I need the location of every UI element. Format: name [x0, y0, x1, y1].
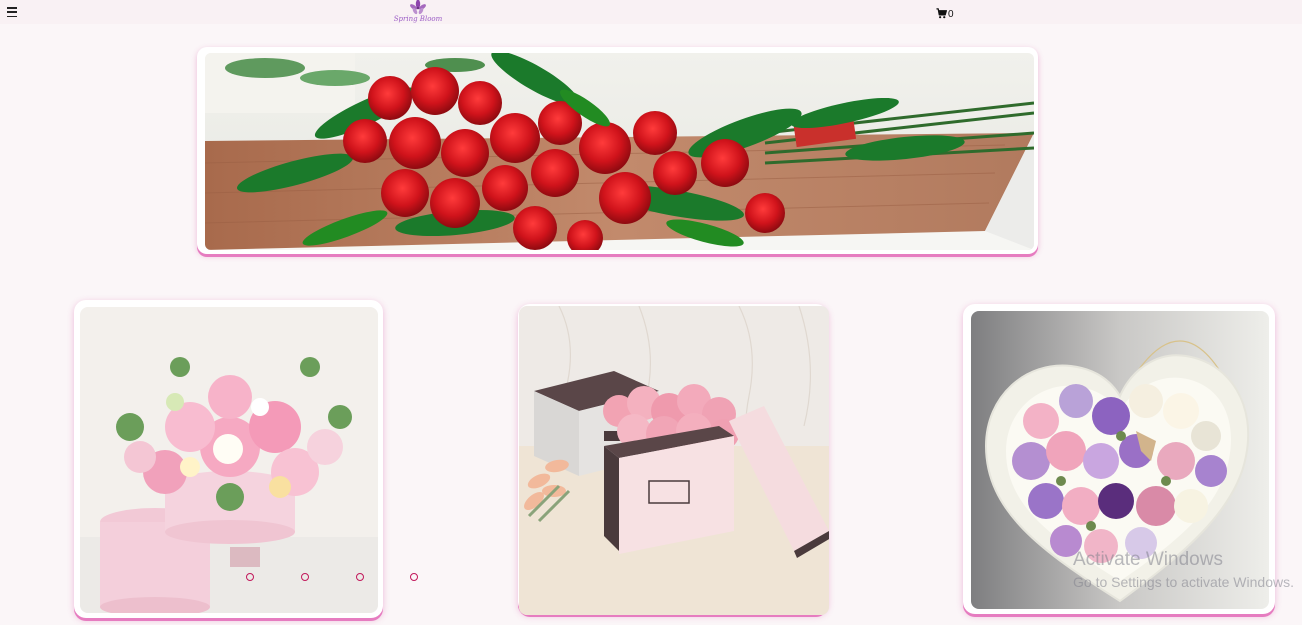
- hero-image: [205, 53, 1034, 250]
- top-navbar: Spring Bloom 0: [0, 0, 1302, 24]
- pink-roses-flower-box-image: [519, 306, 829, 615]
- pink-flower-box-image: [80, 307, 378, 613]
- cart-count: 0: [948, 8, 954, 20]
- shopping-cart-icon: [936, 7, 947, 18]
- carousel-dot[interactable]: [301, 573, 309, 581]
- hamburger-menu-icon[interactable]: [7, 7, 19, 17]
- logo-text: Spring Bloom: [393, 15, 443, 23]
- product-card[interactable]: [518, 304, 829, 615]
- carousel-dot[interactable]: [356, 573, 364, 581]
- hero-banner: [197, 47, 1038, 254]
- red-roses-bouquet-image: [205, 53, 1034, 250]
- product-image: [80, 307, 378, 613]
- carousel-dot[interactable]: [410, 573, 418, 581]
- flower-logo-icon: [410, 0, 426, 15]
- cart-button[interactable]: 0: [936, 6, 954, 20]
- brand-logo[interactable]: Spring Bloom: [392, 0, 444, 24]
- heart-box-roses-image: [971, 311, 1269, 609]
- product-card[interactable]: [963, 304, 1275, 614]
- product-image: [519, 306, 829, 615]
- product-card[interactable]: [74, 300, 383, 618]
- product-image: [971, 311, 1269, 609]
- carousel-dot[interactable]: [246, 573, 254, 581]
- carousel-indicators: [246, 573, 421, 583]
